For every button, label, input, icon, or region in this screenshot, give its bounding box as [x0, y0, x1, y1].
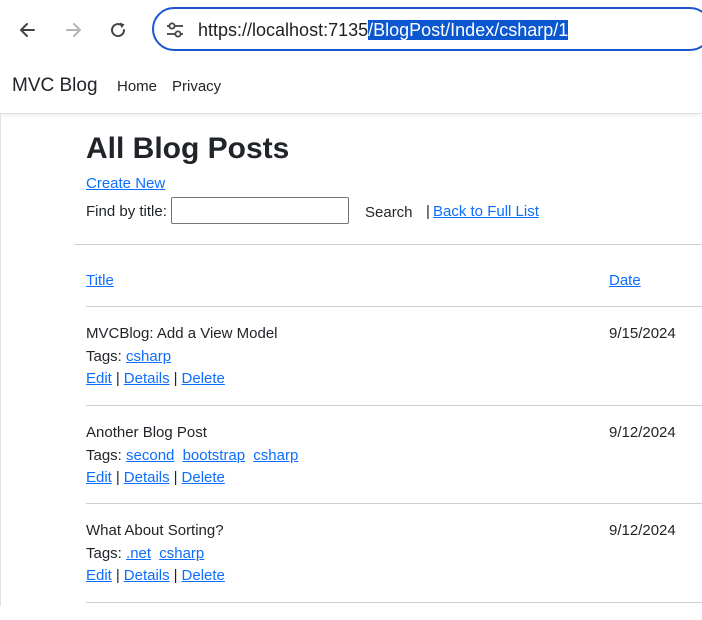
post-title: MVCBlog: Add a View Model — [86, 325, 278, 342]
post-date: 9/15/2024 — [609, 325, 676, 342]
post-date: 9/12/2024 — [609, 522, 676, 539]
tag-link[interactable]: .net — [126, 545, 151, 562]
tags-label: Tags: — [86, 348, 122, 365]
divider — [74, 244, 702, 245]
tags-label: Tags: — [86, 545, 122, 562]
date-column-header[interactable]: Date — [609, 272, 641, 289]
tag-link[interactable]: csharp — [159, 545, 204, 562]
details-link[interactable]: Details — [124, 469, 170, 486]
tag-link[interactable]: bootstrap — [183, 447, 246, 464]
action-separator: | — [173, 370, 178, 387]
post-title: What About Sorting? — [86, 522, 224, 539]
nav-home-link[interactable]: Home — [117, 78, 157, 95]
page-title: All Blog Posts — [86, 132, 290, 165]
action-separator: | — [115, 370, 120, 387]
reload-icon — [111, 22, 126, 38]
post-title: Another Blog Post — [86, 424, 207, 441]
table-row: What About Sorting? 9/12/2024 Tags: .net… — [0, 522, 702, 620]
create-new-link[interactable]: Create New — [86, 175, 165, 192]
site-settings-icon[interactable] — [164, 19, 186, 41]
edit-link[interactable]: Edit — [86, 370, 112, 387]
tag-link[interactable]: csharp — [253, 447, 298, 464]
details-link[interactable]: Details — [124, 370, 170, 387]
tag-link[interactable]: second — [126, 447, 174, 464]
back-arrow-icon — [20, 23, 35, 37]
details-link[interactable]: Details — [124, 567, 170, 584]
url-selection: /BlogPost/Index/csharp/1 — [368, 20, 569, 40]
post-actions: Edit | Details | Delete — [86, 567, 225, 584]
post-tags: Tags: second bootstrap csharp — [86, 447, 302, 464]
post-tags: Tags: .net csharp — [86, 545, 208, 562]
browser-toolbar: https://localhost:7135/BlogPost/Index/cs… — [0, 0, 702, 62]
post-actions: Edit | Details | Delete — [86, 370, 225, 387]
table-row: MVCBlog: Add a View Model 9/15/2024 Tags… — [0, 325, 702, 423]
separator: | — [426, 203, 430, 220]
brand-link[interactable]: MVC Blog — [12, 75, 98, 97]
find-by-title-label: Find by title: — [86, 203, 167, 220]
nav-privacy-link[interactable]: Privacy — [172, 78, 221, 95]
post-actions: Edit | Details | Delete — [86, 469, 225, 486]
forward-button[interactable] — [56, 13, 90, 47]
action-separator: | — [115, 567, 120, 584]
delete-link[interactable]: Delete — [182, 370, 225, 387]
action-separator: | — [115, 469, 120, 486]
row-divider — [86, 306, 702, 307]
title-column-header[interactable]: Title — [86, 272, 114, 289]
tag-link[interactable]: csharp — [126, 348, 171, 365]
row-divider — [86, 602, 702, 603]
forward-arrow-icon — [66, 23, 81, 37]
delete-link[interactable]: Delete — [182, 469, 225, 486]
row-divider — [86, 405, 702, 406]
search-input[interactable] — [171, 197, 349, 224]
edit-link[interactable]: Edit — [86, 567, 112, 584]
action-separator: | — [173, 469, 178, 486]
post-date: 9/12/2024 — [609, 424, 676, 441]
url-text[interactable]: https://localhost:7135/BlogPost/Index/cs… — [198, 19, 569, 41]
site-navbar: MVC Blog Home Privacy — [0, 62, 702, 114]
delete-link[interactable]: Delete — [182, 567, 225, 584]
action-separator: | — [173, 567, 178, 584]
url-prefix: https://localhost:7135 — [198, 20, 369, 40]
back-to-full-list-link[interactable]: Back to Full List — [433, 203, 539, 220]
table-row: Another Blog Post 9/12/2024 Tags: second… — [0, 424, 702, 522]
search-button[interactable]: Search — [358, 201, 420, 223]
reload-button[interactable] — [101, 13, 135, 47]
post-tags: Tags: csharp — [86, 348, 175, 365]
row-divider — [86, 503, 702, 504]
address-bar[interactable]: https://localhost:7135/BlogPost/Index/cs… — [152, 7, 702, 51]
tags-label: Tags: — [86, 447, 122, 464]
edit-link[interactable]: Edit — [86, 469, 112, 486]
back-button[interactable] — [11, 13, 45, 47]
